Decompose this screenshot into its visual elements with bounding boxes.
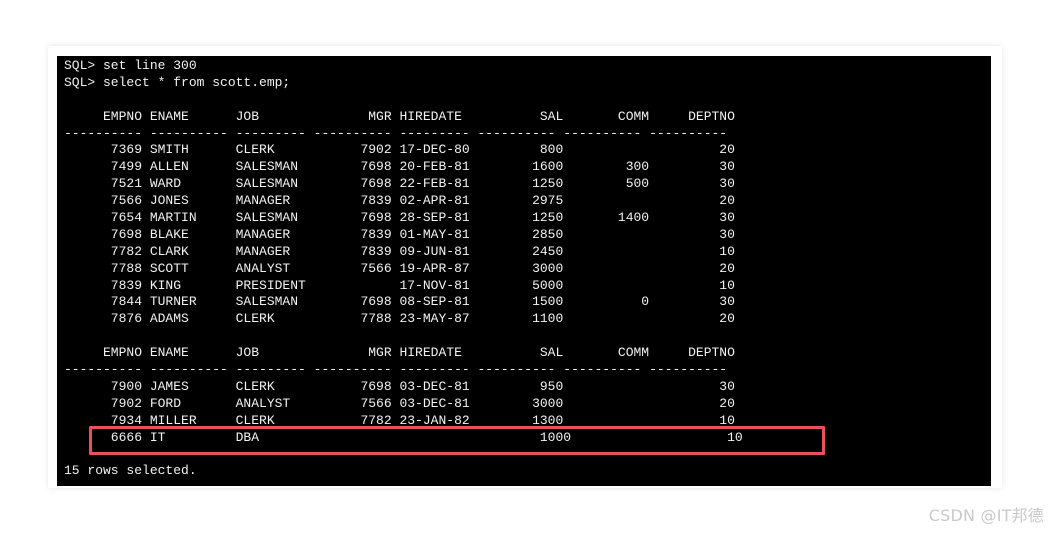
table-row: 7698 BLAKE MANAGER 7839 01-MAY-81 2850 3… bbox=[64, 226, 735, 242]
console-output: SQL> set line 300 SQL> select * from sco… bbox=[64, 58, 743, 480]
table-row: 7654 MARTIN SALESMAN 7698 28-SEP-81 1250… bbox=[64, 210, 735, 226]
command-line: SQL> set line 300 bbox=[64, 58, 197, 73]
table-row: 7566 JONES MANAGER 7839 02-APR-81 2975 2… bbox=[64, 193, 735, 209]
command-line: SQL> select * from scott.emp; bbox=[64, 74, 291, 90]
table-row: 7782 CLARK MANAGER 7839 09-JUN-81 2450 1… bbox=[64, 243, 735, 259]
table-row: 7902 FORD ANALYST 7566 03-DEC-81 3000 20 bbox=[64, 395, 735, 411]
column-header-row: EMPNO ENAME JOB MGR HIREDATE SAL COMM DE… bbox=[64, 108, 735, 124]
table-row: 7839 KING PRESIDENT 17-NOV-81 5000 10 bbox=[64, 277, 735, 293]
highlight-box bbox=[89, 426, 825, 455]
row-count-message: 15 rows selected. bbox=[64, 463, 197, 479]
watermark: CSDN @IT邦德 bbox=[928, 506, 1044, 525]
table-row: 7788 SCOTT ANALYST 7566 19-APR-87 3000 2… bbox=[64, 260, 735, 276]
column-header-row: EMPNO ENAME JOB MGR HIREDATE SAL COMM DE… bbox=[64, 345, 735, 361]
header-separator: ---------- ---------- --------- --------… bbox=[64, 125, 728, 141]
table-row: 7369 SMITH CLERK 7902 17-DEC-80 800 20 bbox=[64, 142, 735, 158]
table-row: 7876 ADAMS CLERK 7788 23-MAY-87 1100 20 bbox=[64, 311, 735, 327]
header-separator: ---------- ---------- --------- --------… bbox=[64, 362, 728, 378]
table-row: 7844 TURNER SALESMAN 7698 08-SEP-81 1500… bbox=[64, 294, 735, 310]
sqlplus-terminal[interactable]: SQL> set line 300 SQL> select * from sco… bbox=[57, 56, 991, 486]
table-row: 7900 JAMES CLERK 7698 03-DEC-81 950 30 bbox=[64, 378, 735, 394]
table-row: 7521 WARD SALESMAN 7698 22-FEB-81 1250 5… bbox=[64, 176, 735, 192]
table-row: 7499 ALLEN SALESMAN 7698 20-FEB-81 1600 … bbox=[64, 159, 735, 175]
